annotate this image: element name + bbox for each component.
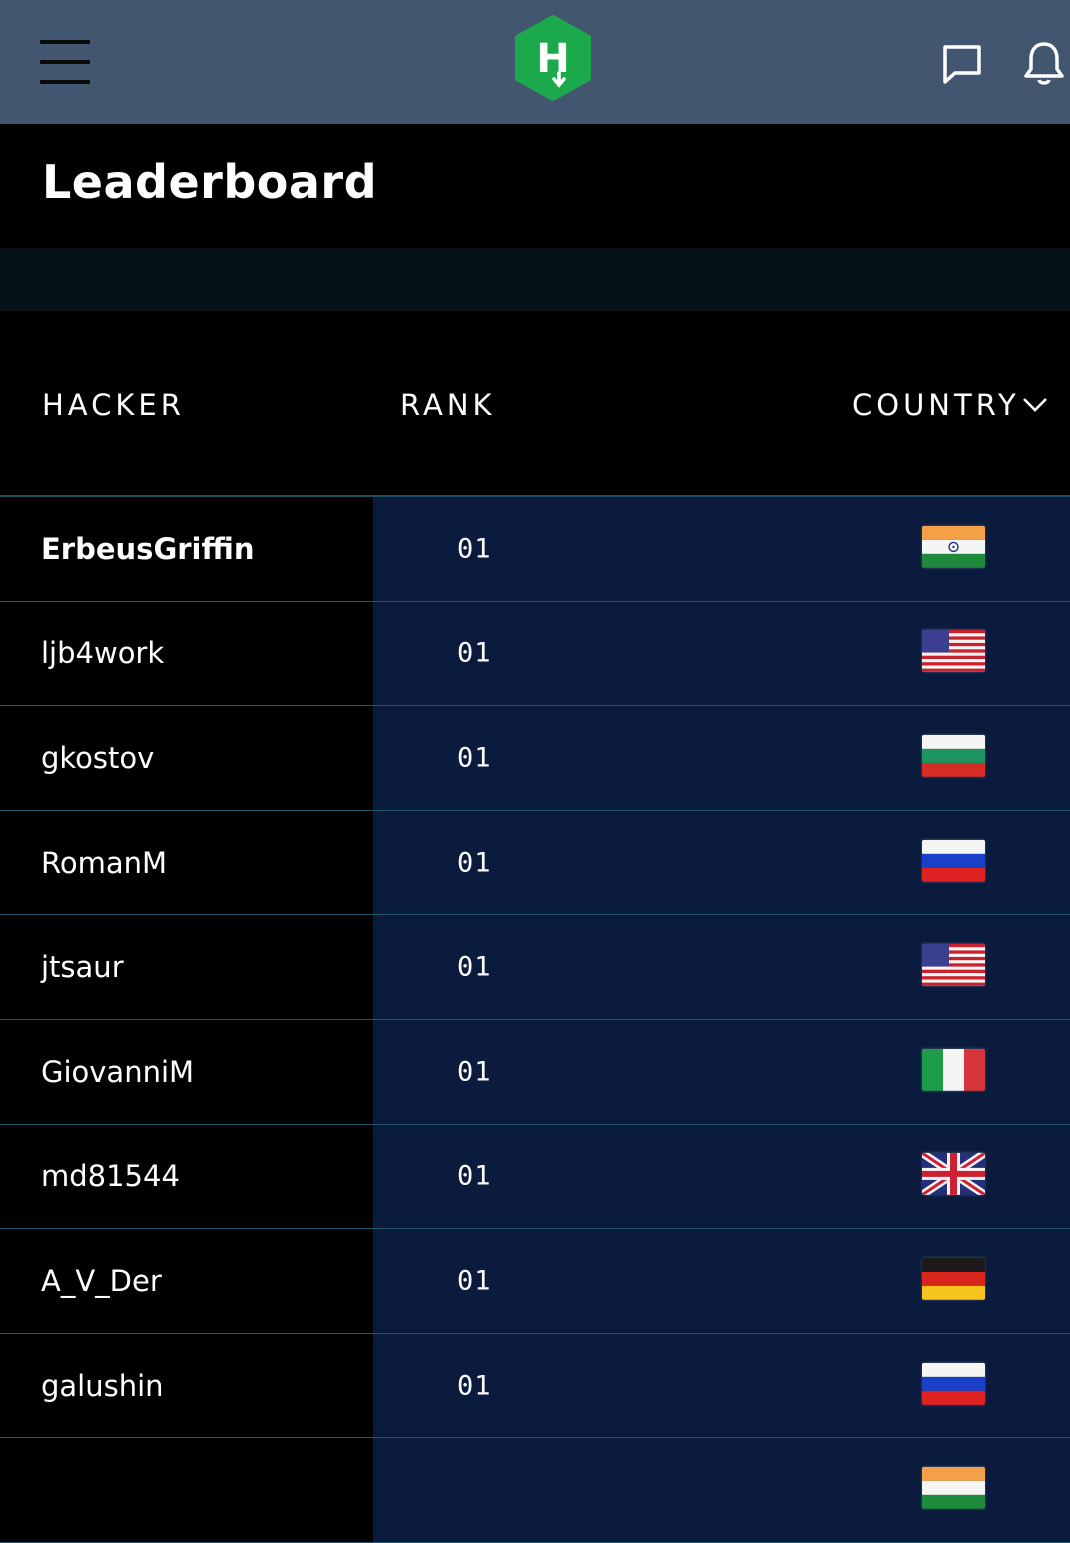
- hacker-cell: [0, 1438, 373, 1542]
- filter-strip: [0, 248, 1070, 311]
- rank-country-cell: 01: [373, 915, 1070, 1019]
- hacker-name[interactable]: galushin: [41, 1369, 164, 1403]
- hacker-name[interactable]: GiovanniM: [41, 1055, 194, 1089]
- rank-country-cell: [373, 1438, 1070, 1542]
- rank-value: 01: [457, 1265, 492, 1297]
- hacker-cell: gkostov: [0, 706, 373, 810]
- column-header-country-label: COUNTRY: [852, 388, 1020, 422]
- hacker-name[interactable]: jtsaur: [41, 950, 124, 984]
- table-row[interactable]: GiovanniM 01: [0, 1019, 1070, 1125]
- bell-icon[interactable]: [1022, 40, 1066, 86]
- leaderboard-rows: ErbeusGriffin 01 ljb4work 01 gkostov 01: [0, 497, 1070, 1543]
- rank-value: 01: [457, 951, 492, 983]
- hacker-cell: A_V_Der: [0, 1229, 373, 1333]
- hacker-cell: galushin: [0, 1333, 373, 1438]
- rank-value: 01: [457, 742, 492, 774]
- hacker-name[interactable]: ljb4work: [41, 636, 164, 670]
- column-header-hacker: HACKER: [42, 388, 185, 422]
- table-row[interactable]: ErbeusGriffin 01: [0, 497, 1070, 602]
- rank-value: 01: [457, 1160, 492, 1192]
- table-row[interactable]: RomanM 01: [0, 810, 1070, 916]
- rank-country-cell: 01: [373, 706, 1070, 810]
- hamburger-menu-icon[interactable]: [40, 40, 92, 86]
- india-flag-icon: [922, 1467, 985, 1510]
- rank-country-cell: 01: [373, 601, 1070, 706]
- rank-country-cell: 01: [373, 497, 1070, 601]
- bulgaria-flag-icon: [922, 734, 985, 777]
- russia-flag-icon: [922, 839, 985, 882]
- usa-flag-icon: [922, 944, 985, 987]
- germany-flag-icon: [922, 1257, 985, 1300]
- hacker-cell: ljb4work: [0, 601, 373, 706]
- hacker-cell: GiovanniM: [0, 1019, 373, 1124]
- rank-country-cell: 01: [373, 1124, 1070, 1229]
- chat-icon[interactable]: [940, 42, 984, 86]
- hacker-name[interactable]: ErbeusGriffin: [41, 532, 254, 566]
- hacker-cell: jtsaur: [0, 915, 373, 1019]
- table-row[interactable]: [0, 1438, 1070, 1543]
- rank-country-cell: 01: [373, 1333, 1070, 1438]
- hacker-cell: md81544: [0, 1124, 373, 1229]
- chevron-down-icon: [1023, 398, 1047, 412]
- rank-value: 01: [457, 637, 492, 669]
- page-title: Leaderboard: [42, 155, 378, 209]
- hacker-cell: RomanM: [0, 810, 373, 915]
- table-row[interactable]: ljb4work 01: [0, 601, 1070, 707]
- russia-flag-icon: [922, 1362, 985, 1405]
- rank-country-cell: 01: [373, 1019, 1070, 1124]
- hackerrank-logo-icon[interactable]: H: [513, 15, 593, 101]
- table-row[interactable]: galushin 01: [0, 1333, 1070, 1439]
- top-navigation-bar: H: [0, 0, 1070, 124]
- rank-value: 01: [457, 1370, 492, 1402]
- table-row[interactable]: A_V_Der 01: [0, 1229, 1070, 1334]
- india-flag-icon: [922, 525, 985, 568]
- usa-flag-icon: [922, 630, 985, 673]
- title-bar: Leaderboard: [0, 124, 1070, 248]
- rank-country-cell: 01: [373, 810, 1070, 915]
- uk-flag-icon: [922, 1153, 985, 1196]
- svg-text:H: H: [536, 36, 569, 82]
- table-row[interactable]: gkostov 01: [0, 706, 1070, 811]
- leaderboard-table-header: HACKER RANK COUNTRY: [0, 311, 1070, 497]
- table-row[interactable]: jtsaur 01: [0, 915, 1070, 1020]
- rank-value: 01: [457, 533, 492, 565]
- column-header-country[interactable]: COUNTRY: [852, 387, 1047, 423]
- hacker-name[interactable]: md81544: [41, 1159, 180, 1193]
- hacker-cell: ErbeusGriffin: [0, 497, 373, 601]
- italy-flag-icon: [922, 1048, 985, 1091]
- hacker-name[interactable]: A_V_Der: [41, 1264, 162, 1298]
- rank-country-cell: 01: [373, 1229, 1070, 1333]
- hacker-name[interactable]: RomanM: [41, 846, 167, 880]
- hacker-name[interactable]: gkostov: [41, 741, 154, 775]
- rank-value: 01: [457, 1056, 492, 1088]
- column-header-rank: RANK: [400, 388, 496, 422]
- rank-value: 01: [457, 847, 492, 879]
- table-row[interactable]: md81544 01: [0, 1124, 1070, 1230]
